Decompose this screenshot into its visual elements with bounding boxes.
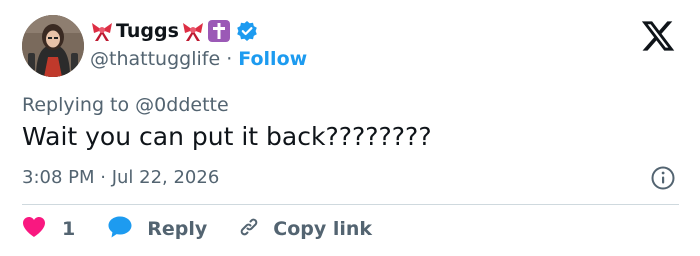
tweet-timestamp[interactable]: 3:08 PM · Jul 22, 2026 (22, 167, 219, 188)
tweet-text: Wait you can put it back???????? (22, 122, 432, 151)
separator: · (226, 48, 233, 70)
action-bar: 1 Reply Copy link (22, 214, 372, 244)
display-name[interactable]: Tuggs (116, 20, 179, 42)
ribbon-icon (90, 20, 114, 42)
reply-button[interactable]: Reply (107, 215, 207, 244)
like-button[interactable]: 1 (22, 216, 75, 243)
reply-prefix: Replying to (22, 94, 130, 116)
handle[interactable]: @thattugglife (90, 48, 220, 70)
divider (22, 204, 679, 205)
speech-bubble-icon (107, 215, 133, 244)
copy-link-button[interactable]: Copy link (237, 215, 372, 244)
avatar[interactable] (22, 15, 84, 77)
handle-row: @thattugglife · Follow (90, 48, 307, 70)
like-count: 1 (62, 218, 76, 240)
tweet-header: Tuggs @thattugglife · Follow (90, 16, 307, 70)
verified-badge-icon[interactable] (236, 20, 258, 42)
ribbon-icon (181, 20, 205, 42)
reply-mention[interactable]: @0ddette (135, 94, 229, 116)
link-icon (237, 215, 261, 244)
reply-context: Replying to @0ddette (22, 94, 229, 116)
info-icon[interactable] (650, 165, 676, 191)
follow-button[interactable]: Follow (238, 48, 307, 70)
heart-icon (22, 216, 46, 243)
name-row: Tuggs (90, 16, 307, 46)
copy-link-label: Copy link (273, 218, 373, 240)
x-logo-icon[interactable] (640, 18, 676, 54)
latin-cross-icon (207, 20, 230, 42)
reply-label: Reply (147, 218, 208, 240)
